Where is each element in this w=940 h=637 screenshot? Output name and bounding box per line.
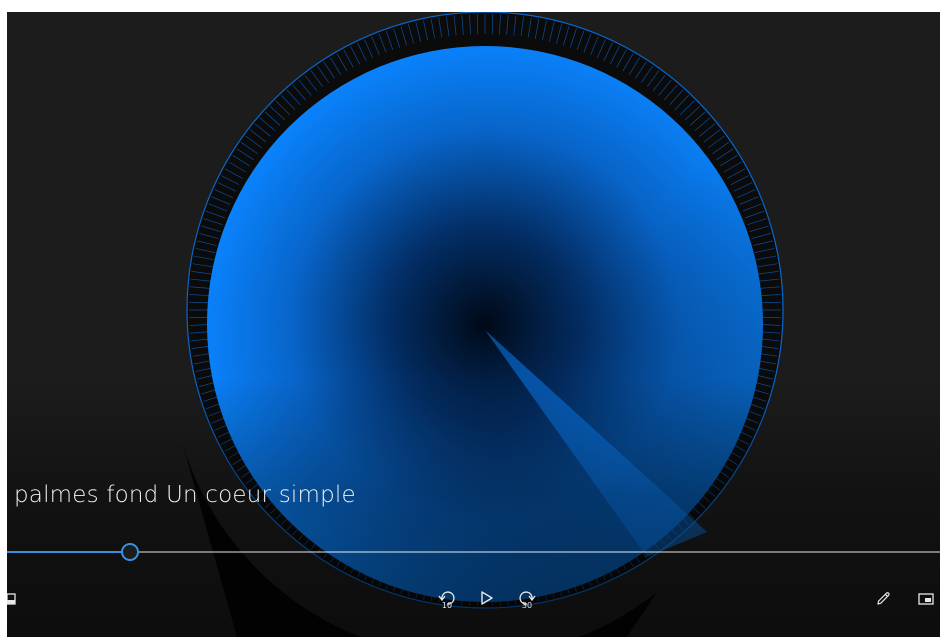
window-icon — [7, 593, 16, 605]
skip-back-button[interactable]: 10 — [435, 586, 459, 610]
seek-progress — [7, 551, 130, 553]
mini-view-button[interactable] — [917, 591, 935, 607]
skip-back-label: 10 — [441, 601, 453, 610]
window-button[interactable] — [7, 592, 17, 606]
skip-forward-button[interactable]: 30 — [515, 586, 539, 610]
media-title: palmes fond Un coeur simple — [14, 482, 356, 508]
seek-bar[interactable] — [7, 543, 940, 561]
skip-forward-label: 30 — [521, 601, 533, 610]
edit-button[interactable] — [873, 589, 893, 609]
play-button[interactable] — [477, 588, 497, 608]
pencil-icon — [877, 592, 890, 605]
mini-view-icon — [918, 593, 934, 605]
play-icon — [481, 591, 493, 605]
video-frame[interactable]: palmes fond Un coeur simple 10 30 — [7, 12, 940, 637]
visualization-artwork — [182, 12, 784, 637]
